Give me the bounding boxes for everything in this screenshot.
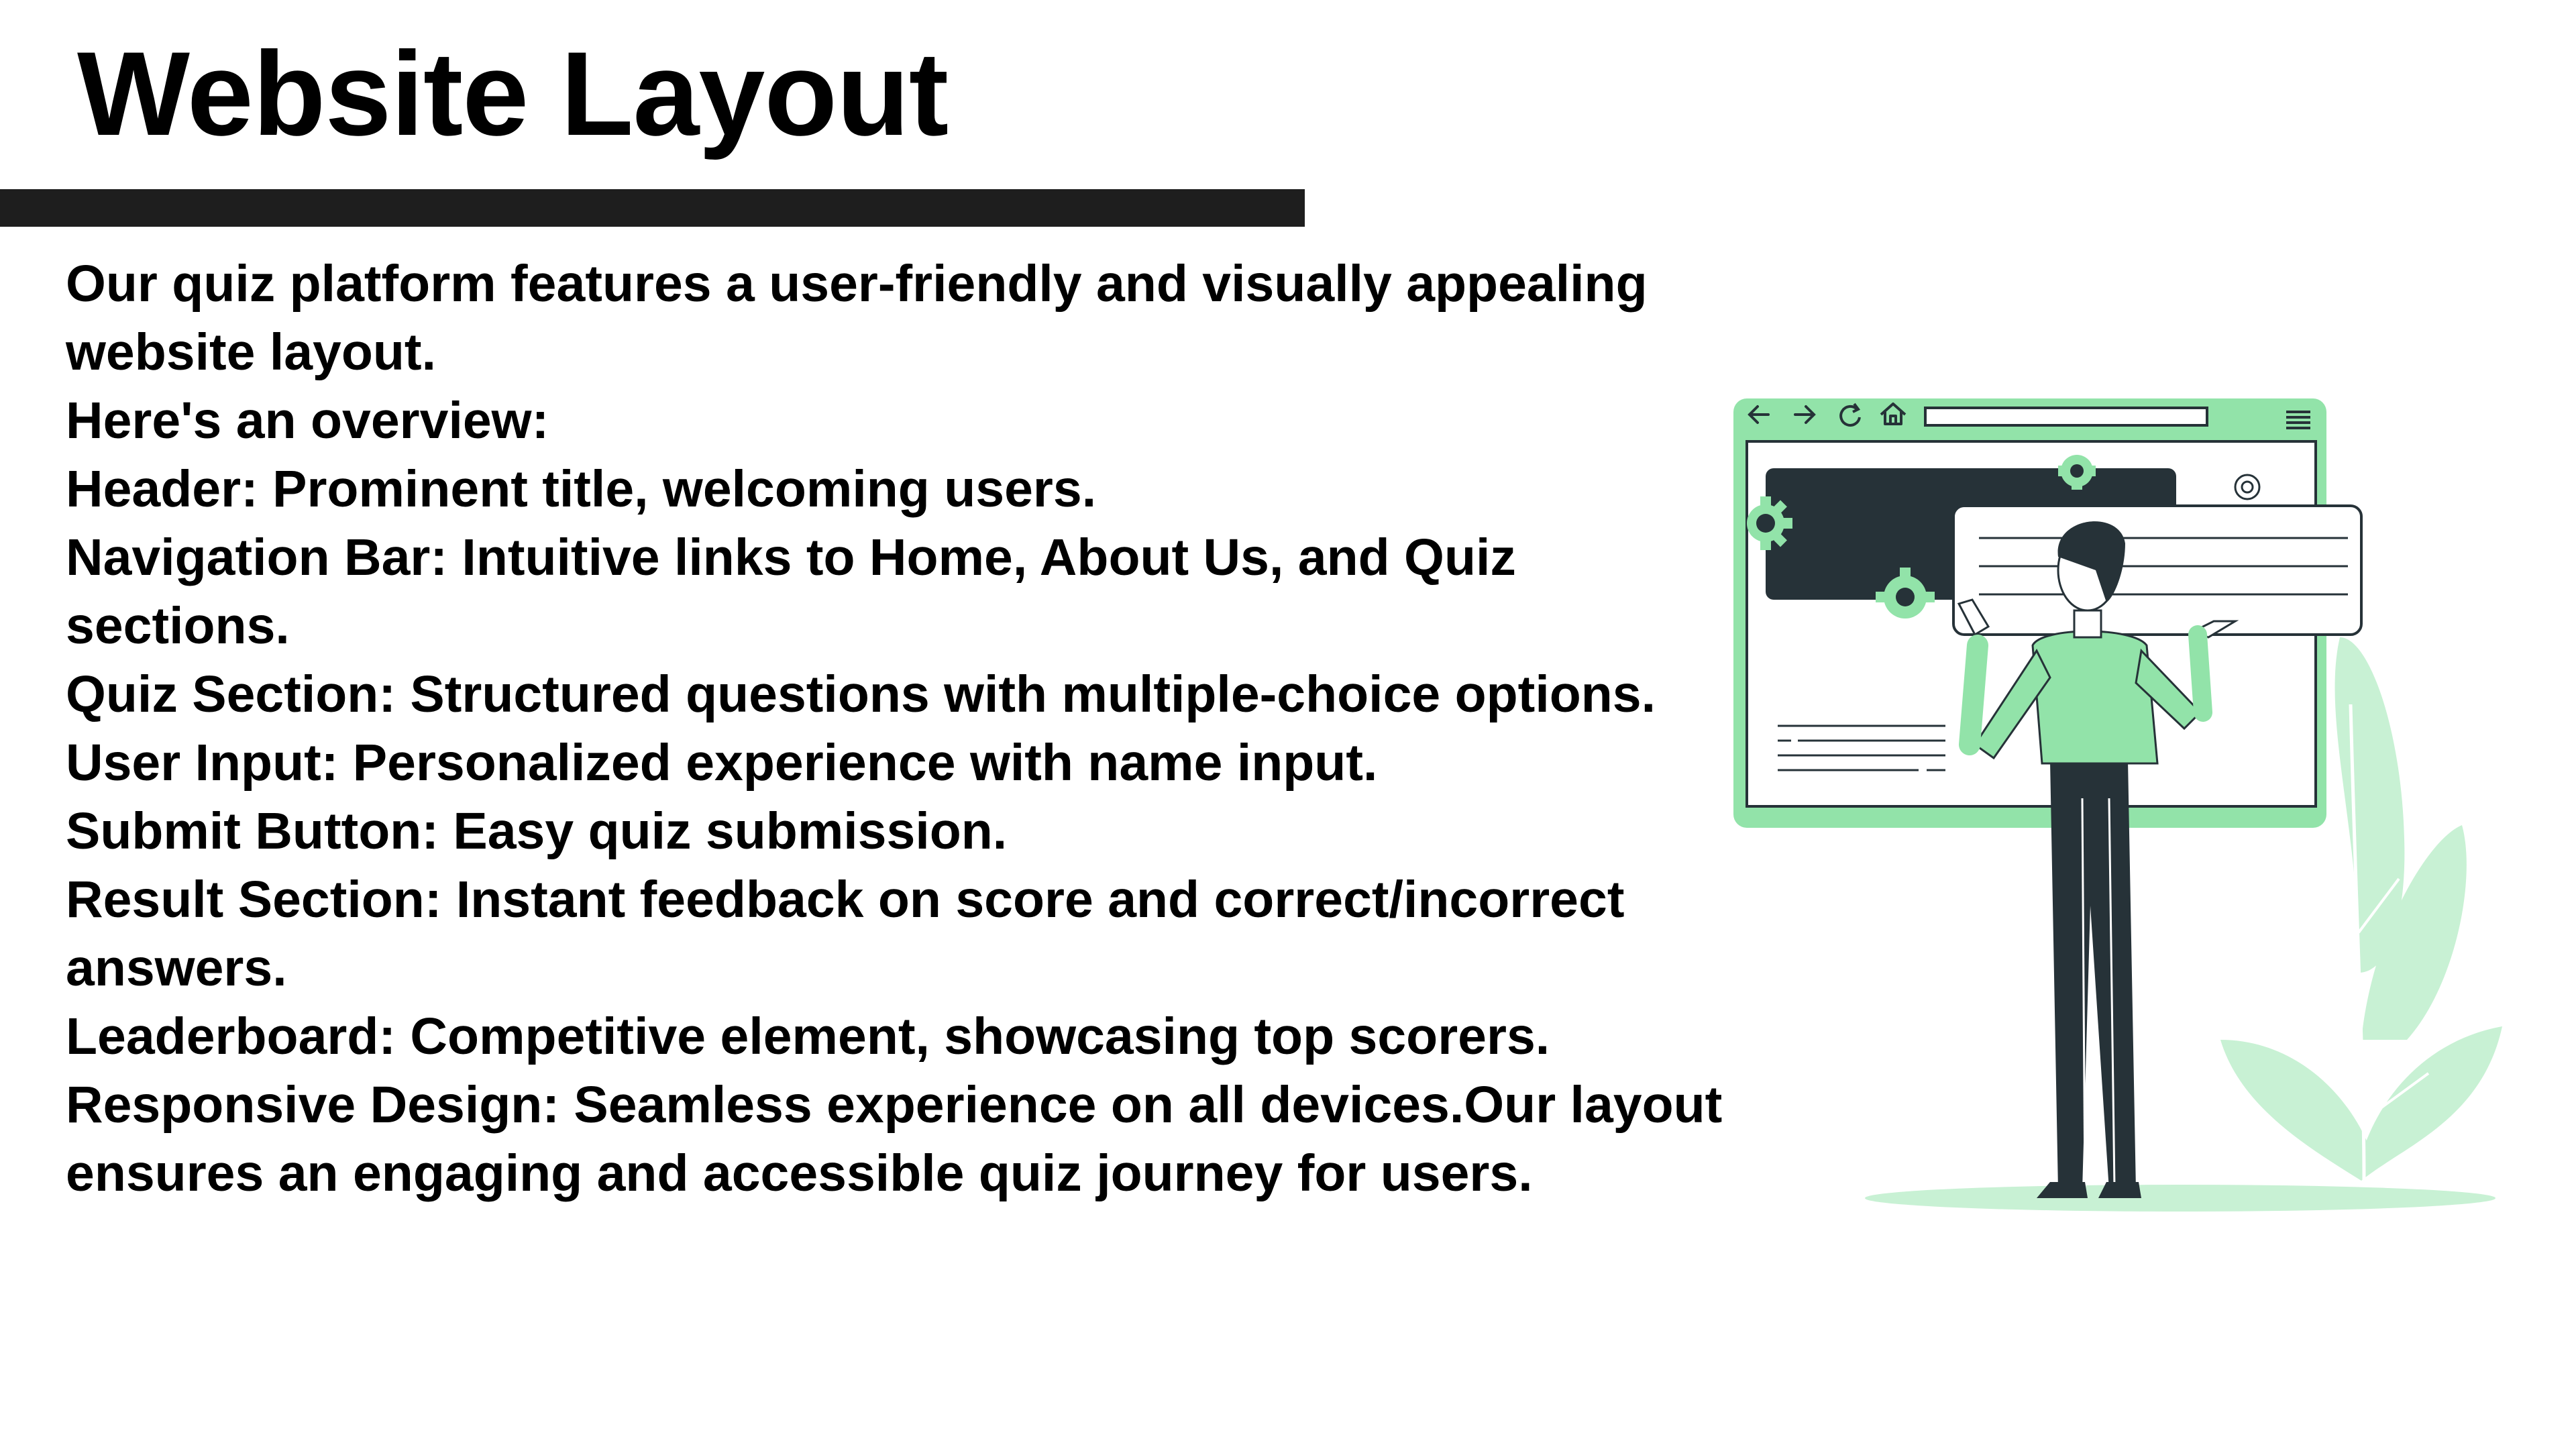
body-line: Responsive Design: Seamless experience o… <box>66 1076 1723 1134</box>
website-layout-illustration <box>1733 398 2502 1212</box>
body-line: Quiz Section: Structured questions with … <box>66 665 1656 723</box>
body-line: sections. <box>66 597 290 655</box>
slide-title: Website Layout <box>77 27 949 160</box>
body-line: website layout. <box>66 323 436 381</box>
body-line: answers. <box>66 939 287 997</box>
floating-card <box>1952 504 2363 636</box>
body-line: User Input: Personalized experience with… <box>66 734 1378 792</box>
body-line: Header: Prominent title, welcoming users… <box>66 460 1097 518</box>
address-bar <box>1924 407 2208 427</box>
body-line: Leaderboard: Competitive element, showca… <box>66 1008 1550 1065</box>
ground-shadow <box>1865 1185 2496 1212</box>
title-underline-bar <box>0 189 1305 227</box>
body-line: Here's an overview: <box>66 392 549 449</box>
body-line: Our quiz platform features a user-friend… <box>66 255 1648 313</box>
body-text: Our quiz platform features a user-friend… <box>66 250 1823 1208</box>
body-line: ensures an engaging and accessible quiz … <box>66 1144 1533 1202</box>
body-line: Submit Button: Easy quiz submission. <box>66 802 1008 860</box>
body-line: Navigation Bar: Intuitive links to Home,… <box>66 529 1516 586</box>
body-line: Result Section: Instant feedback on scor… <box>66 871 1625 928</box>
